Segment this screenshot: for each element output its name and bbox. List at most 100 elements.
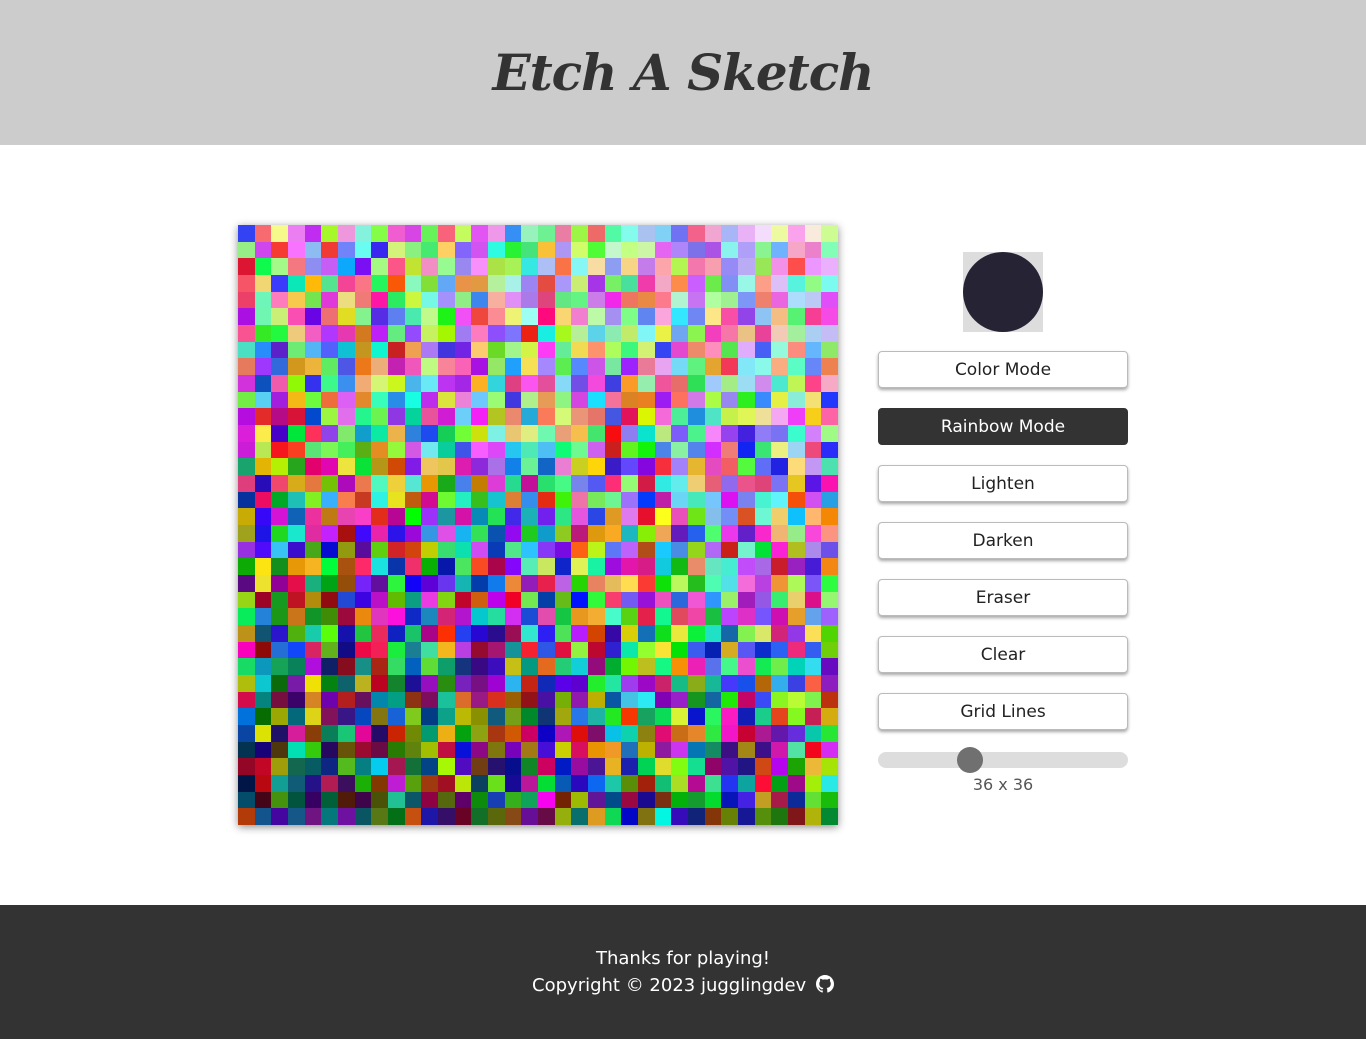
grid-cell[interactable]: [354, 258, 372, 275]
grid-cell[interactable]: [787, 308, 805, 325]
grid-cell[interactable]: [254, 808, 272, 825]
grid-cell[interactable]: [637, 474, 655, 492]
grid-cell[interactable]: [354, 524, 372, 542]
grid-cell[interactable]: [254, 374, 272, 392]
grid-cell[interactable]: [304, 324, 322, 342]
grid-cell[interactable]: [304, 424, 322, 442]
grid-cell[interactable]: [787, 674, 805, 692]
grid-cell[interactable]: [471, 641, 488, 659]
grid-cell[interactable]: [454, 458, 472, 475]
color-swatch[interactable]: [963, 252, 1043, 332]
grid-cell[interactable]: [254, 758, 272, 775]
grid-cell[interactable]: [571, 691, 588, 709]
grid-cell[interactable]: [404, 674, 422, 692]
grid-cell[interactable]: [387, 608, 405, 625]
grid-cell[interactable]: [587, 374, 605, 392]
grid-cell[interactable]: [487, 491, 505, 509]
grid-cell[interactable]: [671, 741, 688, 759]
grid-cell[interactable]: [787, 608, 805, 625]
grid-cell[interactable]: [704, 491, 722, 509]
grid-cell[interactable]: [287, 225, 305, 242]
grid-cell[interactable]: [521, 791, 538, 809]
grid-cell[interactable]: [387, 791, 405, 809]
grid-cell[interactable]: [337, 241, 355, 259]
grid-cell[interactable]: [304, 608, 322, 625]
grid-cell[interactable]: [354, 408, 372, 425]
grid-cell[interactable]: [287, 741, 305, 759]
grid-cell[interactable]: [238, 324, 255, 342]
grid-cell[interactable]: [804, 391, 822, 409]
grid-cell[interactable]: [471, 358, 488, 375]
grid-cell[interactable]: [238, 291, 255, 309]
grid-cell[interactable]: [454, 324, 472, 342]
grid-cell[interactable]: [587, 508, 605, 525]
grid-cell[interactable]: [637, 524, 655, 542]
grid-cell[interactable]: [287, 258, 305, 275]
grid-cell[interactable]: [387, 558, 405, 575]
grid-cell[interactable]: [787, 708, 805, 725]
eraser-button[interactable]: Eraser: [878, 579, 1128, 616]
grid-cell[interactable]: [238, 658, 255, 675]
grid-cell[interactable]: [321, 708, 338, 725]
grid-cell[interactable]: [637, 808, 655, 825]
grid-cell[interactable]: [721, 708, 738, 725]
grid-cell[interactable]: [454, 758, 472, 775]
grid-cell[interactable]: [704, 574, 722, 592]
grid-cell[interactable]: [771, 624, 788, 642]
grid-cell[interactable]: [637, 558, 655, 575]
grid-cell[interactable]: [337, 341, 355, 359]
grid-cell[interactable]: [238, 791, 255, 809]
grid-cell[interactable]: [804, 674, 822, 692]
grid-cell[interactable]: [537, 424, 555, 442]
grid-cell[interactable]: [238, 241, 255, 259]
grid-cell[interactable]: [321, 308, 338, 325]
grid-cell[interactable]: [521, 391, 538, 409]
grid-cell[interactable]: [304, 708, 322, 725]
grid-cell[interactable]: [687, 358, 705, 375]
grid-cell[interactable]: [354, 708, 372, 725]
grid-cell[interactable]: [604, 508, 622, 525]
grid-cell[interactable]: [671, 291, 688, 309]
grid-cell[interactable]: [504, 624, 522, 642]
grid-cell[interactable]: [254, 274, 272, 292]
grid-cell[interactable]: [487, 524, 505, 542]
grid-cell[interactable]: [371, 708, 388, 725]
grid-cell[interactable]: [454, 491, 472, 509]
grid-cell[interactable]: [721, 691, 738, 709]
grid-cell[interactable]: [637, 458, 655, 475]
grid-cell[interactable]: [321, 258, 338, 275]
grid-cell[interactable]: [554, 324, 572, 342]
grid-cell[interactable]: [554, 474, 572, 492]
grid-cell[interactable]: [604, 225, 622, 242]
grid-cell[interactable]: [754, 508, 772, 525]
grid-cell[interactable]: [421, 524, 438, 542]
grid-cell[interactable]: [371, 674, 388, 692]
grid-cell[interactable]: [721, 358, 738, 375]
grid-cell[interactable]: [571, 624, 588, 642]
grid-cell[interactable]: [271, 724, 288, 742]
grid-cell[interactable]: [454, 591, 472, 609]
grid-cell[interactable]: [554, 391, 572, 409]
grid-cell[interactable]: [754, 324, 772, 342]
grid-cell[interactable]: [587, 524, 605, 542]
grid-cell[interactable]: [404, 341, 422, 359]
grid-cell[interactable]: [754, 225, 772, 242]
grid-cell[interactable]: [637, 358, 655, 375]
grid-cell[interactable]: [737, 225, 755, 242]
grid-cell[interactable]: [687, 541, 705, 559]
grid-cell[interactable]: [521, 324, 538, 342]
grid-cell[interactable]: [737, 424, 755, 442]
grid-cell[interactable]: [587, 341, 605, 359]
grid-cell[interactable]: [721, 391, 738, 409]
grid-cell[interactable]: [771, 558, 788, 575]
grid-cell[interactable]: [271, 741, 288, 759]
grid-cell[interactable]: [737, 658, 755, 675]
grid-cell[interactable]: [687, 591, 705, 609]
grid-cell[interactable]: [321, 324, 338, 342]
grid-cell[interactable]: [721, 674, 738, 692]
grid-cell[interactable]: [671, 324, 688, 342]
grid-cell[interactable]: [537, 808, 555, 825]
grid-cell[interactable]: [271, 558, 288, 575]
grid-cell[interactable]: [437, 741, 455, 759]
grid-cell[interactable]: [754, 541, 772, 559]
